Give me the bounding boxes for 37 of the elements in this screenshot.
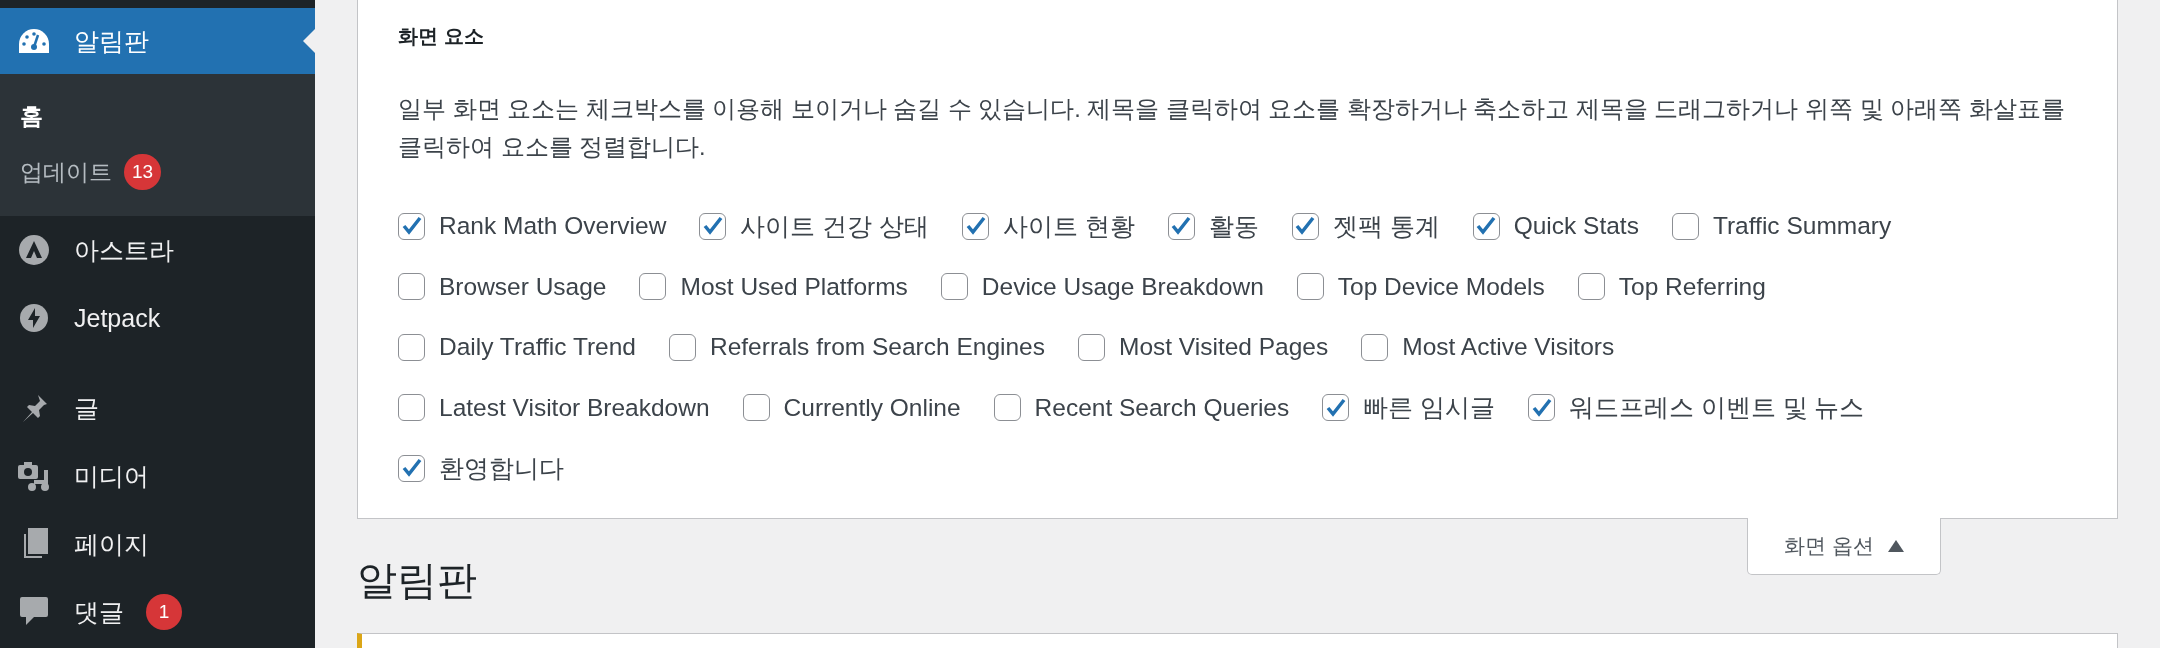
- checkbox-label: Currently Online: [783, 393, 961, 422]
- menu-item[interactable]: 아스트라: [0, 216, 315, 284]
- checkbox-label: 빠른 임시글: [1363, 393, 1496, 424]
- checkbox-label: Top Referring: [1618, 272, 1766, 301]
- checkbox-label: Device Usage Breakdown: [981, 272, 1264, 301]
- checkbox-label: Most Visited Pages: [1118, 333, 1329, 362]
- menu-item[interactable]: 미디어: [0, 442, 315, 510]
- menu-item[interactable]: 댓글 1: [0, 578, 315, 646]
- submenu-item[interactable]: 홈: [20, 100, 43, 132]
- checkbox-label: Referrals from Search Engines: [710, 333, 1045, 362]
- checkbox-label: 환영합니다: [439, 453, 564, 484]
- checkbox-label: Top Device Models: [1337, 272, 1545, 301]
- count-badge: 13: [124, 154, 162, 190]
- checkbox-label: Latest Visitor Breakdown: [439, 393, 710, 422]
- count-badge: 1: [146, 594, 182, 630]
- checkbox-label: Most Used Platforms: [680, 272, 908, 301]
- checkbox-label: Rank Math Overview: [439, 212, 667, 241]
- checkbox-label: Quick Stats: [1513, 212, 1639, 241]
- checkbox-label: Recent Search Queries: [1034, 393, 1290, 422]
- checkbox-label: 사이트 현황: [1003, 211, 1135, 242]
- checkbox-label: Browser Usage: [439, 272, 607, 301]
- checkbox-label: Most Active Visitors: [1402, 333, 1615, 362]
- menu-item[interactable]: 페이지: [0, 510, 315, 578]
- checkbox-label: 젯팩 통계: [1332, 211, 1440, 242]
- panel-title: 화면 요소: [398, 24, 485, 49]
- menu-item[interactable]: 글: [0, 374, 315, 442]
- checkbox-label: 워드프레스 이벤트 및 뉴스: [1569, 393, 1865, 424]
- checkbox-label: 사이트 건강 상태: [740, 211, 929, 242]
- page-title: 알림판: [357, 557, 478, 604]
- menu-item[interactable]: 알림판: [0, 8, 315, 74]
- checkbox-label: 활동: [1208, 211, 1259, 242]
- checkbox-label: Daily Traffic Trend: [439, 333, 636, 362]
- checkbox-label: Traffic Summary: [1712, 212, 1892, 241]
- panel-description: 일부 화면 요소는 체크박스를 이용해 보이거나 숨길 수 있습니다. 제목을 클릭하여 요소를 확장하거나 축소하고 제목을 드래그하거나 위쪽 및 아래쪽 화살표를 클릭하여 요소를 정렬합니다.: [398, 95, 2066, 162]
- screen-options-button[interactable]: 화면 옵션: [1747, 518, 1941, 575]
- menu-item[interactable]: Jetpack: [0, 284, 315, 352]
- submenu-item[interactable]: 업데이트: [20, 156, 112, 188]
